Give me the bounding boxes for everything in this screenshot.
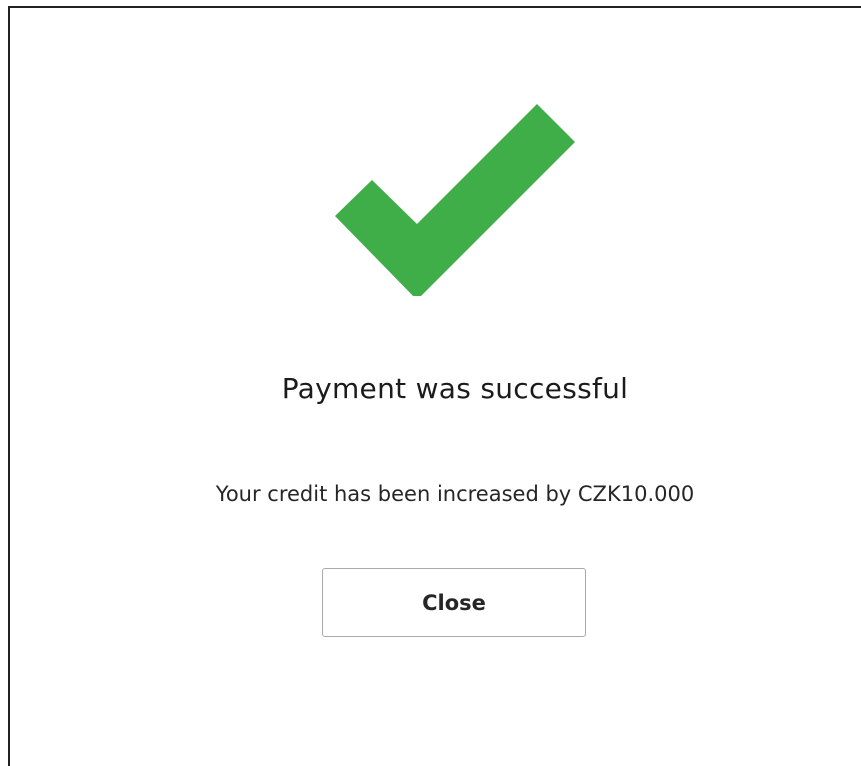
- payment-success-dialog: Payment was successful Your credit has b…: [8, 6, 861, 766]
- dialog-title: Payment was successful: [281, 372, 629, 405]
- checkmark-icon: [335, 104, 575, 296]
- close-button[interactable]: Close: [322, 568, 586, 637]
- credit-message: Your credit has been increased by CZK10.…: [215, 482, 695, 506]
